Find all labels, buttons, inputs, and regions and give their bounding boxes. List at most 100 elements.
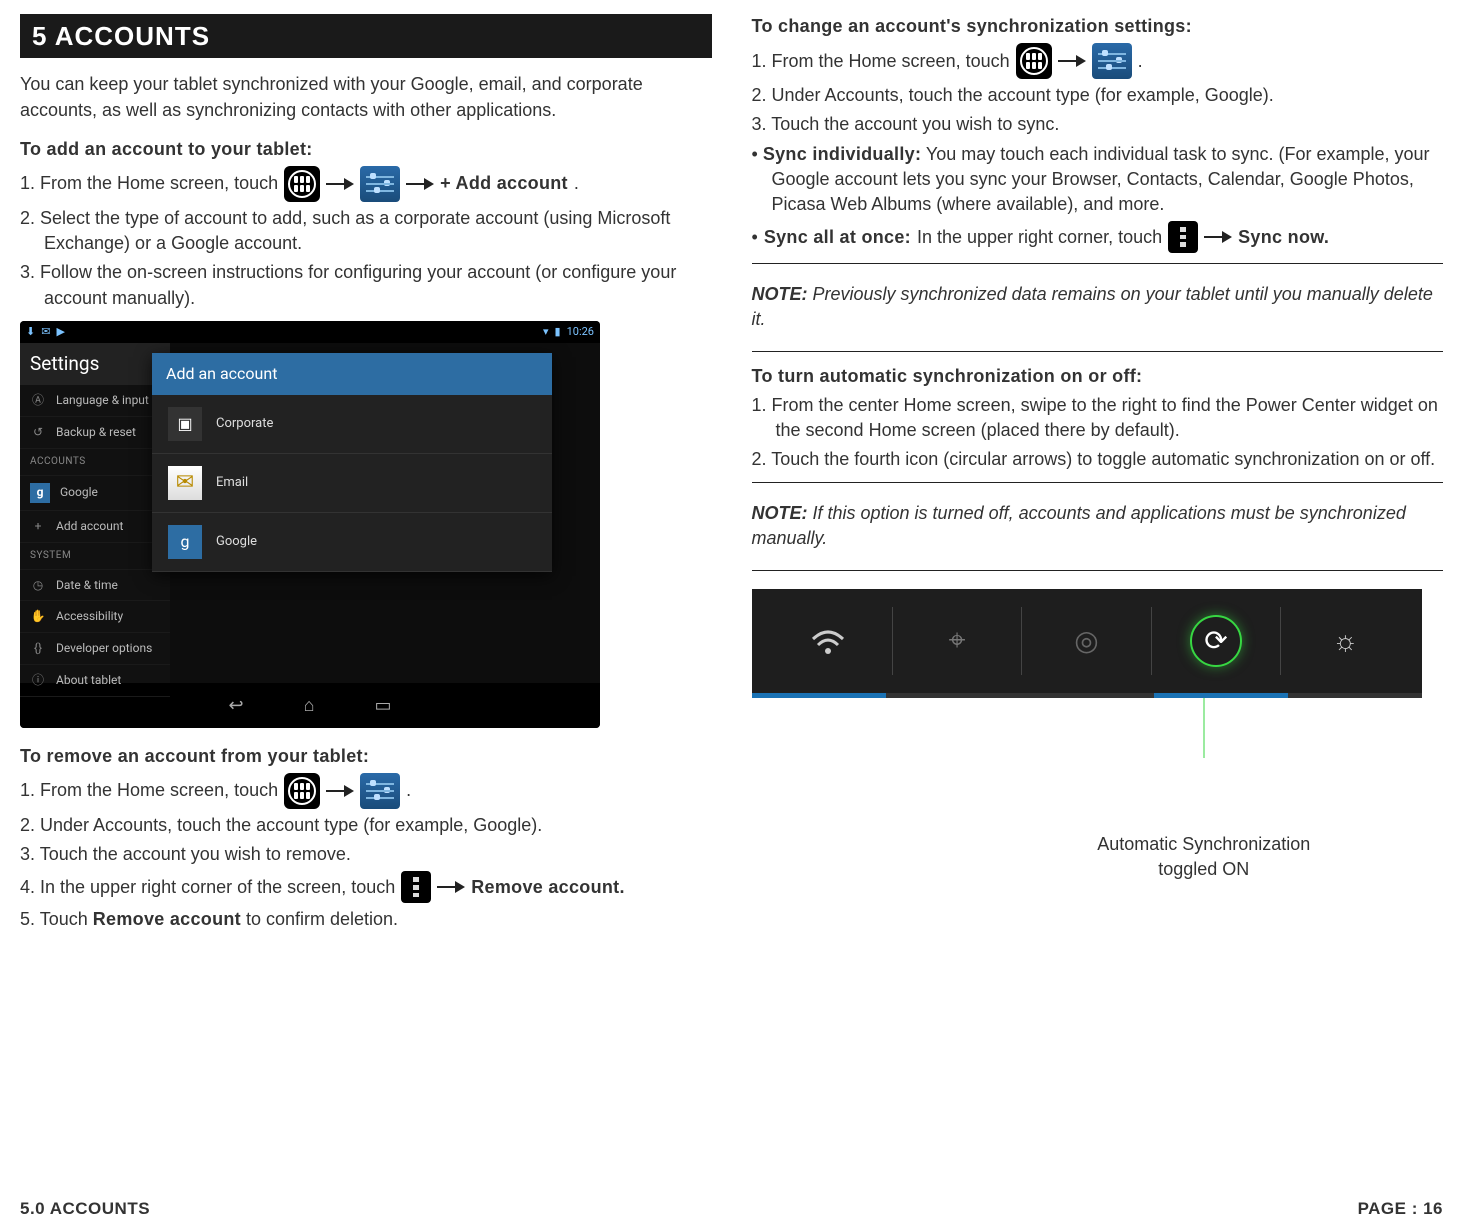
note-label: NOTE: — [752, 284, 808, 304]
android-screenshot: ⬇ ✉ ▶ ▾ ▮ 10:26 Settings ⒶLanguage & inp… — [20, 321, 600, 728]
widget-sync[interactable]: ⟳ — [1152, 607, 1281, 675]
gps-icon: ◎ — [1074, 621, 1098, 660]
apps-icon — [284, 773, 320, 809]
corporate-icon: ▣ — [168, 407, 202, 441]
arrow-icon — [1058, 56, 1086, 66]
change-sync-head: To change an account's synchronization s… — [752, 14, 1444, 39]
add-step-3: 3. Follow the on-screen instructions for… — [20, 260, 712, 310]
sidebar-item-language[interactable]: ⒶLanguage & input — [20, 385, 170, 417]
status-bar: ⬇ ✉ ▶ ▾ ▮ 10:26 — [20, 321, 600, 343]
remove-step-1: 1. From the Home screen, touch . — [20, 773, 712, 809]
add-account-dialog: Add an account ▣Corporate ✉Email gGoogle — [152, 353, 552, 572]
braces-icon: {} — [30, 641, 46, 657]
auto-sync-head: To turn automatic synchronization on or … — [752, 364, 1444, 389]
footer-left: 5.0 ACCOUNTS — [20, 1197, 150, 1221]
remove-step-5: 5. Touch Remove account to confirm delet… — [20, 907, 712, 932]
note-body: Previously synchronized data remains on … — [752, 284, 1433, 329]
settings-sidebar: Settings ⒶLanguage & input ↺Backup & res… — [20, 343, 170, 683]
bullet-sync-individually: • Sync individually: You may touch each … — [752, 142, 1444, 218]
plus-icon: + — [30, 518, 46, 534]
sidebar-item-accessibility[interactable]: ✋Accessibility — [20, 601, 170, 633]
hand-icon: ✋ — [30, 609, 46, 625]
caption-line-2: toggled ON — [1097, 857, 1310, 882]
change-step-3: 3. Touch the account you wish to sync. — [752, 112, 1444, 137]
sidebar-item-backup[interactable]: ↺Backup & reset — [20, 417, 170, 449]
text: 5. Touch — [20, 909, 93, 929]
remove-account-label: Remove account. — [471, 875, 625, 900]
text: . — [574, 171, 579, 196]
sidebar-item-add-account[interactable]: +Add account — [20, 511, 170, 543]
dialog-row-google[interactable]: gGoogle — [152, 513, 552, 572]
status-right: ▾ ▮ 10:26 — [543, 324, 594, 339]
sidebar-item-date[interactable]: ◷Date & time — [20, 570, 170, 602]
google-icon: g — [30, 483, 50, 503]
wifi-icon: ▾ — [543, 324, 549, 339]
sidebar-section-system: SYSTEM — [20, 543, 170, 570]
remove-step-3: 3. Touch the account you wish to remove. — [20, 842, 712, 867]
sidebar-item-about[interactable]: ⓘAbout tablet — [20, 665, 170, 697]
text: • — [752, 144, 763, 164]
remove-account-head: To remove an account from your tablet: — [20, 744, 712, 769]
divider — [752, 351, 1444, 352]
back-icon[interactable]: ↩ — [229, 693, 244, 718]
sync-individually-label: Sync individually: — [763, 144, 921, 164]
email-icon: ✉ — [168, 466, 202, 500]
add-account-head: To add an account to your tablet: — [20, 137, 712, 162]
divider — [752, 263, 1444, 264]
caption-line-1: Automatic Synchronization — [1097, 832, 1310, 857]
auto-step-1: 1. From the center Home screen, swipe to… — [752, 393, 1444, 443]
widget-bluetooth[interactable]: ⌖ — [893, 607, 1022, 675]
clock-icon: ◷ — [30, 577, 46, 593]
note-2: NOTE: If this option is turned off, acco… — [752, 501, 1444, 551]
brightness-icon: ☼ — [1332, 621, 1358, 660]
note-1: NOTE: Previously synchronized data remai… — [752, 282, 1444, 332]
arrow-icon — [1204, 232, 1232, 242]
text: 1. From the Home screen, touch — [20, 778, 278, 803]
text: 4. In the upper right corner of the scre… — [20, 875, 395, 900]
change-step-2: 2. Under Accounts, touch the account typ… — [752, 83, 1444, 108]
dialog-title: Add an account — [152, 353, 552, 395]
remove-step-4: 4. In the upper right corner of the scre… — [20, 871, 712, 903]
bullet-sync-all: • Sync all at once: In the upper right c… — [752, 221, 1444, 253]
download-icon: ⬇ — [26, 324, 35, 339]
sidebar-item-google[interactable]: gGoogle — [20, 476, 170, 511]
globe-icon: Ⓐ — [30, 393, 46, 409]
divider — [752, 482, 1444, 483]
sidebar-section-accounts: ACCOUNTS — [20, 449, 170, 476]
home-icon[interactable]: ⌂ — [304, 693, 315, 718]
overflow-menu-icon — [1168, 221, 1198, 253]
sync-all-label: Sync all at once: — [764, 225, 911, 250]
widget-gps[interactable]: ◎ — [1022, 607, 1151, 675]
bluetooth-icon: ⌖ — [949, 620, 966, 662]
widget-wifi[interactable] — [764, 607, 893, 675]
dialog-row-email[interactable]: ✉Email — [152, 454, 552, 513]
sidebar-title: Settings — [20, 343, 170, 386]
add-step-2: 2. Select the type of account to add, su… — [20, 206, 712, 256]
mail-icon: ✉ — [41, 324, 50, 339]
text: to confirm deletion. — [241, 909, 398, 929]
auto-step-2: 2. Touch the fourth icon (circular arrow… — [752, 447, 1444, 472]
callout-line — [1203, 698, 1204, 758]
note-body: If this option is turned off, accounts a… — [752, 503, 1406, 548]
add-account-label: + Add account — [440, 171, 568, 196]
apps-icon — [284, 166, 320, 202]
dialog-row-corporate[interactable]: ▣Corporate — [152, 395, 552, 454]
divider — [752, 570, 1444, 571]
text: 1. From the Home screen, touch — [752, 49, 1010, 74]
text: . — [1138, 49, 1143, 74]
text: 1. From the Home screen, touch — [20, 171, 278, 196]
intro-text: You can keep your tablet synchronized wi… — [20, 72, 712, 122]
note-label: NOTE: — [752, 503, 808, 523]
arrow-icon — [437, 882, 465, 892]
arrow-icon — [406, 179, 434, 189]
recents-icon[interactable]: ▭ — [374, 693, 391, 718]
remove-step-2: 2. Under Accounts, touch the account typ… — [20, 813, 712, 838]
google-icon: g — [168, 525, 202, 559]
settings-icon — [1092, 43, 1132, 79]
footer-right: PAGE : 16 — [1358, 1197, 1443, 1221]
battery-icon: ▮ — [555, 324, 561, 339]
apps-icon — [1016, 43, 1052, 79]
widget-brightness[interactable]: ☼ — [1281, 607, 1409, 675]
clock: 10:26 — [567, 324, 594, 339]
sidebar-item-developer[interactable]: {}Developer options — [20, 633, 170, 665]
